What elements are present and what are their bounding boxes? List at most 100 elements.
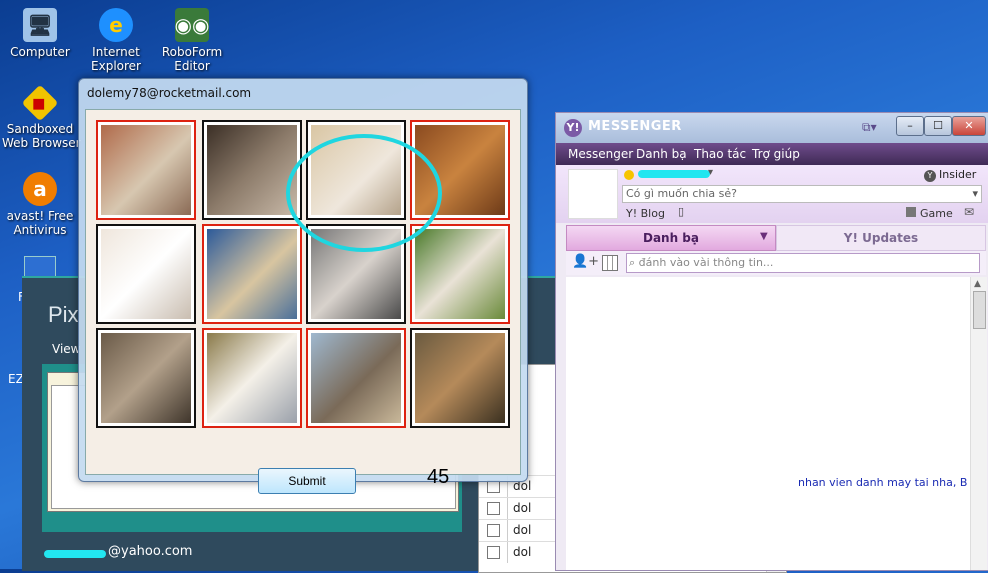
mail-icon[interactable]: ✉: [964, 205, 974, 219]
row-text: dol: [513, 545, 532, 559]
yahoo-logo-icon: Y!: [564, 119, 582, 137]
game-icon: [906, 207, 916, 217]
captcha-tile-cat[interactable]: [306, 120, 406, 220]
blog-link[interactable]: Y! Blog: [626, 207, 665, 220]
redaction-mark: [638, 170, 710, 178]
messenger-window: Y! MESSENGER ⧉▾ – ☐ ✕ Messenger Danh bạ …: [555, 112, 988, 571]
account-email: @yahoo.com: [46, 544, 192, 559]
desktop-icon-sandboxie[interactable]: ◆ Sandboxed Web Browser: [2, 84, 81, 150]
submit-button[interactable]: Submit: [258, 468, 356, 494]
roboform-icon: ◉◉: [175, 8, 209, 42]
computer-icon: 🖥: [23, 8, 57, 42]
chevron-down-icon[interactable]: ▼: [760, 231, 768, 242]
avatar[interactable]: [568, 169, 618, 219]
dog-photo: [311, 333, 401, 423]
menu-messenger[interactable]: Messenger: [568, 147, 633, 161]
search-input[interactable]: ⌕ đánh vào vài thông tin...: [626, 253, 980, 273]
scroll-up-arrow[interactable]: ▲: [974, 279, 981, 289]
status-message-input[interactable]: Có gì muốn chia sẻ? ▾: [622, 185, 982, 203]
status-dropdown-icon[interactable]: ▾: [708, 167, 713, 178]
image-captcha-dialog: dolemy78@rocketmail.com Submit 45: [78, 78, 528, 494]
cat-photo: [311, 229, 401, 319]
scroll-thumb[interactable]: [973, 291, 986, 329]
menu-actions[interactable]: Thao tác: [694, 147, 746, 161]
desktop-icon-computer[interactable]: 🖥 Computer: [2, 8, 78, 59]
captcha-tile-cat[interactable]: [202, 120, 302, 220]
captcha-tile-cat[interactable]: [96, 224, 196, 324]
tab-label: Y! Updates: [843, 231, 919, 245]
tab-updates[interactable]: Y! Updates: [776, 225, 986, 251]
captcha-tile-cat[interactable]: [96, 120, 196, 220]
captcha-tile-dog[interactable]: [202, 224, 302, 324]
captcha-tile-dog[interactable]: [202, 328, 302, 428]
sandboxie-icon: ◆: [21, 84, 59, 122]
vertical-scrollbar[interactable]: ▲: [970, 277, 987, 570]
dog-photo: [415, 229, 505, 319]
search-placeholder: đánh vào vài thông tin...: [638, 256, 774, 269]
phone-icon[interactable]: ▯: [678, 205, 684, 218]
desktop-icon-roboform[interactable]: ◉◉ RoboForm Editor: [154, 8, 230, 73]
row-checkbox[interactable]: [487, 502, 500, 515]
desktop-icon-avast[interactable]: a avast! Free Antivirus: [2, 172, 78, 237]
search-icon: ⌕: [629, 256, 639, 269]
close-button[interactable]: ✕: [952, 116, 986, 136]
status-tray-icon[interactable]: ⧉▾: [862, 120, 877, 135]
account-bar: @yahoo.com: [22, 540, 372, 571]
tab-label: Danh bạ: [642, 231, 699, 245]
dog-photo: [207, 333, 297, 423]
desktop-icon-label: RoboForm Editor: [161, 45, 223, 73]
row-text: dol: [513, 523, 532, 537]
messenger-tabs: Danh bạ ▼ Y! Updates: [566, 225, 986, 251]
captcha-tile-dog[interactable]: [410, 120, 510, 220]
cat-photo: [101, 333, 191, 423]
dog-photo: [415, 125, 505, 215]
account-email-domain: @yahoo.com: [108, 544, 193, 559]
messenger-titlebar: Y! MESSENGER ⧉▾ – ☐ ✕: [556, 113, 988, 143]
row-checkbox[interactable]: [487, 524, 500, 537]
cat-photo: [101, 125, 191, 215]
contact-search-bar: 👤+ ⌕ đánh vào vài thông tin...: [566, 251, 986, 275]
insider-label: Insider: [939, 168, 977, 181]
avast-icon: a: [23, 172, 57, 206]
app-title: Pix: [48, 302, 79, 327]
view-tab[interactable]: View: [52, 342, 80, 356]
desktop-icon-internet-explorer[interactable]: e Internet Explorer: [78, 8, 154, 73]
desktop-icon-label: Computer: [10, 45, 70, 59]
chevron-down-icon[interactable]: ▾: [972, 186, 978, 202]
cat-photo: [207, 125, 297, 215]
cat-photo: [415, 333, 505, 423]
message-snippet[interactable]: nhan vien danh may tai nha, B ...: [798, 476, 981, 489]
profile-area: ▾ Có gì muốn chia sẻ? ▾ Y Insider Y! Blog …: [556, 165, 988, 223]
grid-view-icon[interactable]: [602, 255, 618, 271]
captcha-tile-cat[interactable]: [410, 328, 510, 428]
captcha-tile-cat[interactable]: [96, 328, 196, 428]
captcha-tile-dog[interactable]: [410, 224, 510, 324]
image-grid: [96, 120, 512, 430]
row-checkbox[interactable]: [487, 546, 500, 559]
dog-photo: [207, 229, 297, 319]
dialog-title: dolemy78@rocketmail.com: [87, 86, 252, 100]
minimize-button[interactable]: –: [896, 116, 924, 136]
menu-contacts[interactable]: Danh bạ: [636, 147, 687, 161]
captcha-tile-dog[interactable]: [306, 328, 406, 428]
online-status-icon[interactable]: [624, 170, 634, 180]
column-divider: [507, 498, 508, 519]
internet-explorer-icon: e: [99, 8, 133, 42]
maximize-button[interactable]: ☐: [924, 116, 952, 136]
game-link[interactable]: Game: [906, 207, 953, 220]
messenger-menubar: Messenger Danh bạ Thao tác Trợ giúp: [556, 143, 988, 165]
game-label: Game: [920, 207, 953, 220]
countdown-timer: 45: [427, 466, 450, 488]
status-placeholder: Có gì muốn chia sẻ?: [626, 187, 737, 200]
contact-list: nhan vien danh may tai nha, B ... ▲: [566, 277, 987, 570]
yahoo-insider-icon: Y: [924, 170, 936, 182]
tab-contacts[interactable]: Danh bạ: [566, 225, 776, 251]
menu-help[interactable]: Trợ giúp: [752, 147, 800, 161]
desktop-icon-label: avast! Free Antivirus: [6, 209, 74, 237]
column-divider: [507, 542, 508, 563]
add-contact-icon[interactable]: 👤+: [572, 254, 599, 269]
captcha-tile-cat[interactable]: [306, 224, 406, 324]
dialog-body: Submit 45: [85, 109, 521, 494]
insider-link[interactable]: Y Insider: [924, 168, 976, 182]
column-divider: [507, 520, 508, 541]
